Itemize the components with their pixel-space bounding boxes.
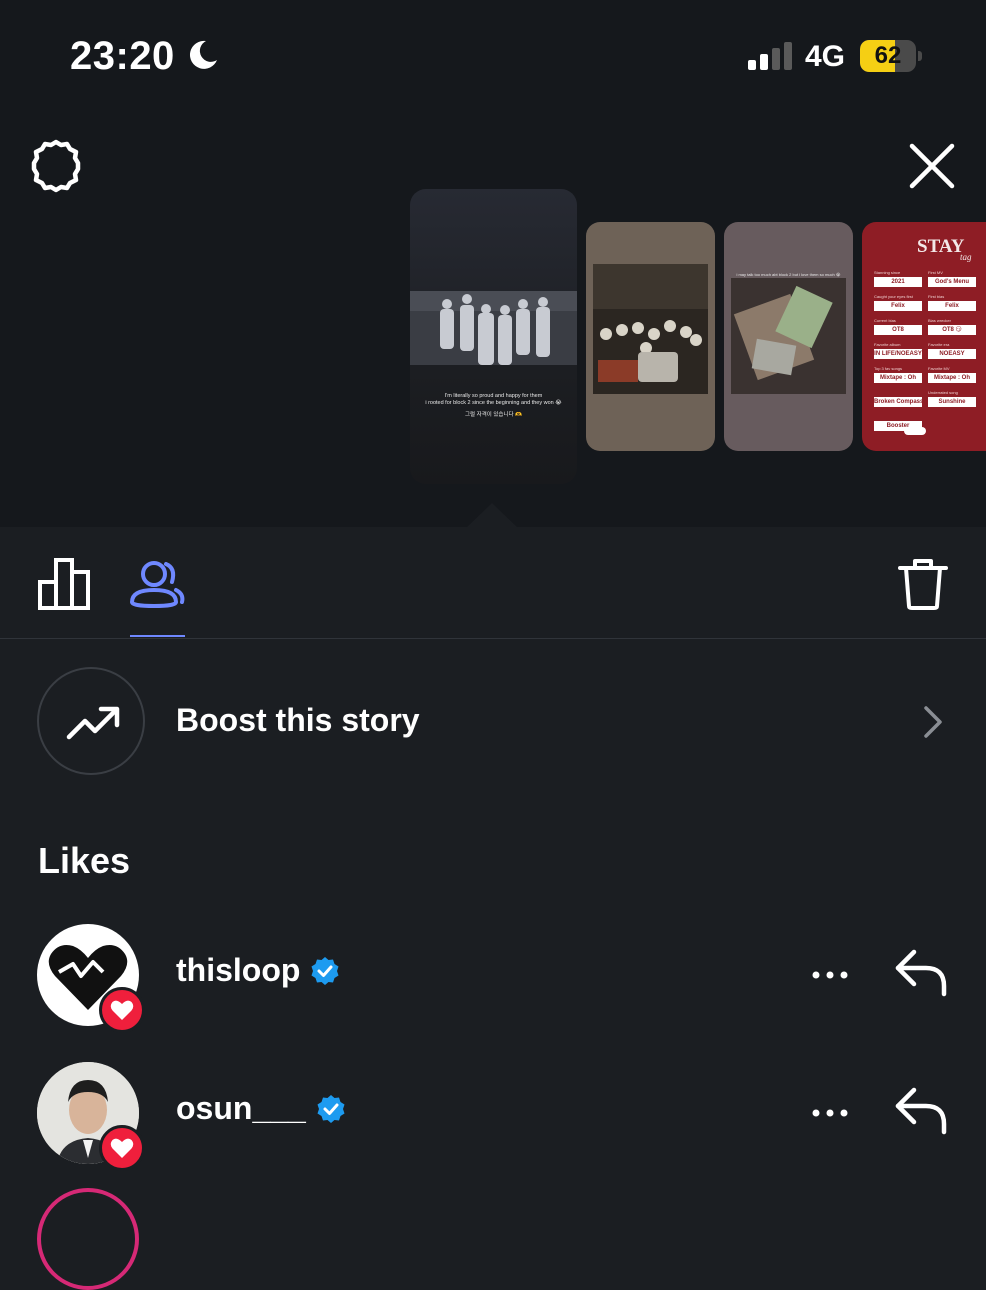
more-dots-icon[interactable]: [810, 1098, 850, 1128]
active-tab-underline: [130, 635, 185, 637]
stay-tag-field-value: Sunshine: [928, 397, 976, 407]
battery-indicator: 62: [860, 40, 922, 72]
chevron-right-icon: [924, 706, 942, 738]
avatar-partial[interactable]: [37, 1188, 139, 1290]
settings-gear-icon[interactable]: [28, 138, 84, 194]
bar-chart-icon[interactable]: [36, 556, 94, 612]
story-thumbnail[interactable]: i may talk too much abt block 2 but i lo…: [724, 222, 853, 451]
stay-tag-field-label: Top 3 fav songs: [874, 366, 903, 371]
stay-tag-field-label: Favorite era: [928, 342, 950, 347]
like-row[interactable]: osun___: [0, 1062, 986, 1174]
stay-tag-field-value: NOEASY: [928, 349, 976, 359]
likes-heading: Likes: [38, 840, 131, 881]
trending-up-icon: [66, 706, 120, 740]
boost-label: Boost this story: [176, 702, 420, 738]
selected-story-pointer: [466, 503, 518, 528]
stay-tag-field-label: Favorite album: [874, 342, 901, 347]
story-caption-line1: I'm literally so proud and happy for the…: [444, 393, 543, 399]
stay-tag-field-label: Bias wrecker: [928, 318, 951, 323]
stay-tag-title: STAY: [917, 236, 965, 257]
stay-tag-subtitle: tag: [960, 252, 972, 262]
stay-tag-field-label: Favorite MV: [928, 366, 950, 371]
moon-icon: [189, 40, 217, 69]
status-time: 23:20: [70, 34, 175, 78]
like-row[interactable]: thisloop: [0, 924, 986, 1036]
story-caption-line2: i rooted for block 2 since the beginning…: [425, 400, 562, 406]
more-dots-icon[interactable]: [810, 960, 850, 990]
stay-tag-field-label: Caught your eyes first: [874, 294, 913, 299]
story-thumbnail-stay-tag[interactable]: STAY tag Stanning since 2021 First MV God's…: [862, 222, 986, 451]
stay-tag-field-value: Felix: [928, 301, 976, 311]
heart-badge: [99, 987, 145, 1033]
stay-tag-field-value: OT8: [874, 325, 922, 335]
boost-story-row[interactable]: Boost this story: [0, 664, 986, 780]
username[interactable]: thisloop: [176, 952, 300, 989]
username[interactable]: osun___: [176, 1090, 306, 1127]
viewers-icon[interactable]: [126, 556, 186, 612]
trash-icon[interactable]: [896, 556, 950, 612]
stay-tag-field-value: Broken Compass: [874, 397, 922, 407]
verified-badge-icon: [317, 1095, 345, 1123]
stay-tag-field-value: Mixtape : Oh: [874, 373, 922, 383]
stay-tag-field-value: Mixtape : Oh: [928, 373, 976, 383]
stay-tag-field-value: Felix: [874, 301, 922, 311]
stay-tag-field-value: God's Menu: [928, 277, 976, 287]
story-caption: i may talk too much abt block 2 but i lo…: [736, 272, 841, 277]
story-thumbnail[interactable]: [586, 222, 715, 451]
boost-icon-circle: [37, 667, 145, 775]
stay-tag-field-value: OT8 😏: [928, 325, 976, 335]
heart-icon: [110, 1000, 134, 1020]
stay-tag-field-label: First bias: [928, 294, 945, 299]
heart-icon: [110, 1138, 134, 1158]
signal-icon: [748, 42, 792, 70]
stay-tag-field-label: First MV: [928, 270, 943, 275]
story-thumbnail-selected[interactable]: I'm literally so proud and happy for the…: [410, 189, 577, 484]
stay-tag-field-value: 2021: [874, 277, 922, 287]
stay-tag-field-label: Current bias: [874, 318, 896, 323]
story-caption-korean: 그럴 자격이 있습니다 🫶: [465, 412, 522, 418]
network-type: 4G: [805, 40, 846, 73]
stay-tag-field-label: Stanning since: [874, 270, 901, 275]
battery-percent: 62: [874, 42, 902, 69]
reply-arrow-icon[interactable]: [892, 946, 950, 998]
heart-badge: [99, 1125, 145, 1171]
close-icon[interactable]: [904, 138, 960, 194]
stay-tag-field-label: Underrated song: [928, 390, 958, 395]
verified-badge-icon: [311, 957, 339, 985]
reply-arrow-icon[interactable]: [892, 1084, 950, 1136]
stay-tag-field-value: IN LIFE/NOEASY: [874, 349, 922, 359]
